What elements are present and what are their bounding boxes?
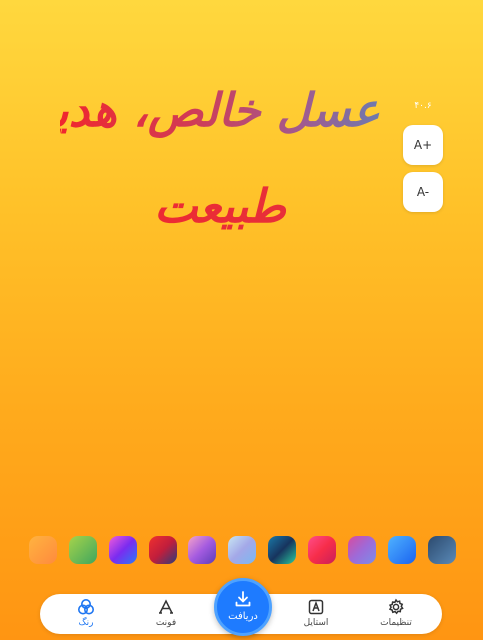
headline-line-1: عسل خالص، هدیه bbox=[31, 62, 380, 158]
increase-font-label: A+ bbox=[413, 138, 433, 152]
nav-color[interactable]: رنگ bbox=[56, 597, 116, 633]
nav-color-label: رنگ bbox=[78, 618, 94, 628]
nav-font-label: فونت bbox=[155, 618, 177, 628]
swatch-red-navy[interactable] bbox=[149, 536, 177, 564]
nav-style-label: استایل bbox=[303, 618, 329, 628]
decrease-font-label: A- bbox=[416, 185, 430, 199]
color-circles-icon bbox=[56, 598, 116, 616]
headline-line-2: طبیعت bbox=[60, 158, 380, 254]
download-label: دریافت bbox=[228, 611, 258, 622]
font-a-icon bbox=[136, 598, 196, 616]
nav-font[interactable]: فونت bbox=[136, 597, 196, 633]
swatch-purple-blue[interactable] bbox=[109, 536, 137, 564]
swatch-pink-violet[interactable] bbox=[188, 536, 216, 564]
font-size-readout: ۴۰.۶ bbox=[414, 101, 432, 111]
swatch-rose-lavender[interactable] bbox=[348, 536, 376, 564]
swatch-lime-green[interactable] bbox=[69, 536, 97, 564]
download-button[interactable]: دریافت bbox=[214, 578, 272, 636]
swatch-pastel-cyan[interactable] bbox=[228, 536, 256, 564]
swatch-slate-blue[interactable] bbox=[428, 536, 456, 564]
decrease-font-button[interactable]: A- bbox=[403, 172, 443, 212]
nav-style[interactable]: استایل bbox=[286, 597, 346, 633]
swatch-teal-navy[interactable] bbox=[268, 536, 296, 564]
swatch-sky-blue[interactable] bbox=[388, 536, 416, 564]
swatch-pink-red[interactable] bbox=[308, 536, 336, 564]
style-frame-icon bbox=[286, 598, 346, 616]
headline-preview[interactable]: عسل خالص، هدیه طبیعت bbox=[31, 62, 380, 254]
nav-settings-label: تنظیمات bbox=[380, 618, 412, 628]
increase-font-button[interactable]: A+ bbox=[403, 125, 443, 165]
nav-settings[interactable]: تنظیمات bbox=[366, 597, 426, 633]
swatch-orange-peach[interactable] bbox=[29, 536, 57, 564]
gradient-swatch-row bbox=[0, 536, 483, 566]
download-icon bbox=[217, 590, 269, 610]
gear-icon bbox=[366, 598, 426, 616]
